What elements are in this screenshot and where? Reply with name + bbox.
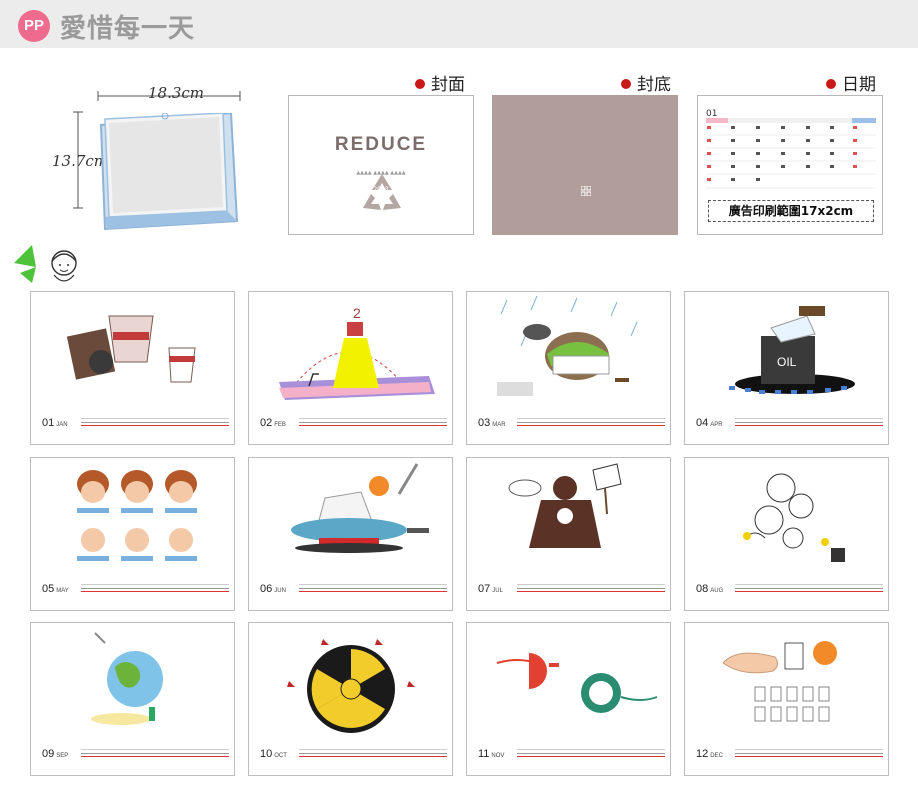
cover-title: REDUCE	[334, 134, 428, 155]
month-number: 10 OCT	[260, 748, 287, 760]
month-card-dec[interactable]: 12 DEC	[684, 622, 889, 776]
section-label-back: 封底	[621, 70, 671, 95]
page-title: 愛惜每一天	[60, 14, 196, 44]
month-number: 02 FEB	[260, 417, 286, 429]
illustration-earth-shower-icon	[91, 632, 163, 725]
month-card-nov[interactable]: 11 NOV	[466, 622, 671, 776]
brand-logo-badge: PP	[18, 10, 50, 42]
svg-text:OIL: OIL	[777, 355, 797, 369]
month-number: 03 MAR	[478, 417, 506, 429]
illustration-factory-icon: 2	[279, 305, 435, 400]
back-cover-thumbnail[interactable]	[492, 95, 678, 235]
month-days-strip	[517, 418, 665, 426]
month-card-jan[interactable]: 01 JAN	[30, 291, 235, 445]
month-number: 09 SEP	[42, 748, 69, 760]
month-card-aug[interactable]: 08 AUG	[684, 457, 889, 611]
red-bullet-icon	[621, 79, 631, 89]
illustration-nuclear-icon	[287, 639, 415, 733]
month-number: 05 MAY	[42, 583, 69, 595]
month-number: 08 AUG	[696, 583, 724, 595]
illustration-lightbulb-sketch-icon	[743, 473, 845, 562]
month-number: 01 JAN	[42, 417, 68, 429]
month-card-oct[interactable]: 10 OCT	[248, 622, 453, 776]
month-days-strip	[81, 749, 229, 757]
month-days-strip	[735, 418, 883, 426]
month-number: 11 NOV	[478, 748, 505, 760]
illustration-bear-icon	[508, 463, 622, 548]
month-number: 04 APR	[696, 417, 723, 429]
front-cover-thumbnail[interactable]: REDUCE ▲▲▲▲ ▲▲▲▲ ▲▲▲▲ 2023	[288, 95, 474, 235]
month-card-jul[interactable]: 07 JUL	[466, 457, 671, 611]
month-days-strip	[81, 584, 229, 592]
calendar-stand-illustration	[99, 113, 239, 231]
month-card-may[interactable]: 05 MAY	[30, 457, 235, 611]
month-days-strip	[299, 584, 447, 592]
date-grid	[706, 118, 876, 189]
month-days-strip	[299, 418, 447, 426]
month-days-strip	[517, 749, 665, 757]
red-bullet-icon	[415, 79, 425, 89]
illustration-plugs-icon	[496, 653, 658, 713]
month-card-jun[interactable]: 06 JUN	[248, 457, 453, 611]
section-label-front: 封面	[415, 70, 465, 95]
red-bullet-icon	[826, 79, 836, 89]
month-card-apr[interactable]: OIL 04 APR	[684, 291, 889, 445]
section-label-date: 日期	[826, 70, 876, 95]
illustration-iceberg-pan-icon	[291, 463, 429, 553]
month-days-strip	[735, 584, 883, 592]
illustration-rain-island-icon	[497, 295, 638, 396]
svg-text:2: 2	[353, 305, 361, 321]
month-card-feb[interactable]: 2 02 FEB	[248, 291, 453, 445]
month-number: 12 DEC	[696, 748, 723, 760]
illustration-switch-off-icon	[722, 641, 837, 722]
date-page-thumbnail[interactable]: 01 廣告印刷範圍17x2cm	[697, 95, 883, 235]
illustration-oil-barrel-icon: OIL	[729, 306, 855, 394]
month-days-strip	[735, 749, 883, 757]
month-days-strip	[517, 584, 665, 592]
mascot-girl-icon	[14, 245, 77, 283]
page-header: PP 愛惜每一天	[0, 0, 918, 48]
cover-year: 2023	[373, 186, 389, 193]
illustration-hair-faces-icon	[77, 470, 197, 561]
month-card-sep[interactable]: 09 SEP	[30, 622, 235, 776]
month-number: 06 JUN	[260, 583, 286, 595]
month-days-strip	[81, 418, 229, 426]
width-dimension-label: 18.3cm	[148, 84, 205, 102]
month-days-strip	[299, 749, 447, 757]
month-card-mar[interactable]: 03 MAR	[466, 291, 671, 445]
month-number: 07 JUL	[478, 583, 503, 595]
ad-print-area: 廣告印刷範圍17x2cm	[708, 200, 874, 222]
illustration-garbage-can-icon	[66, 315, 196, 383]
logo-mark-icon	[581, 186, 591, 196]
